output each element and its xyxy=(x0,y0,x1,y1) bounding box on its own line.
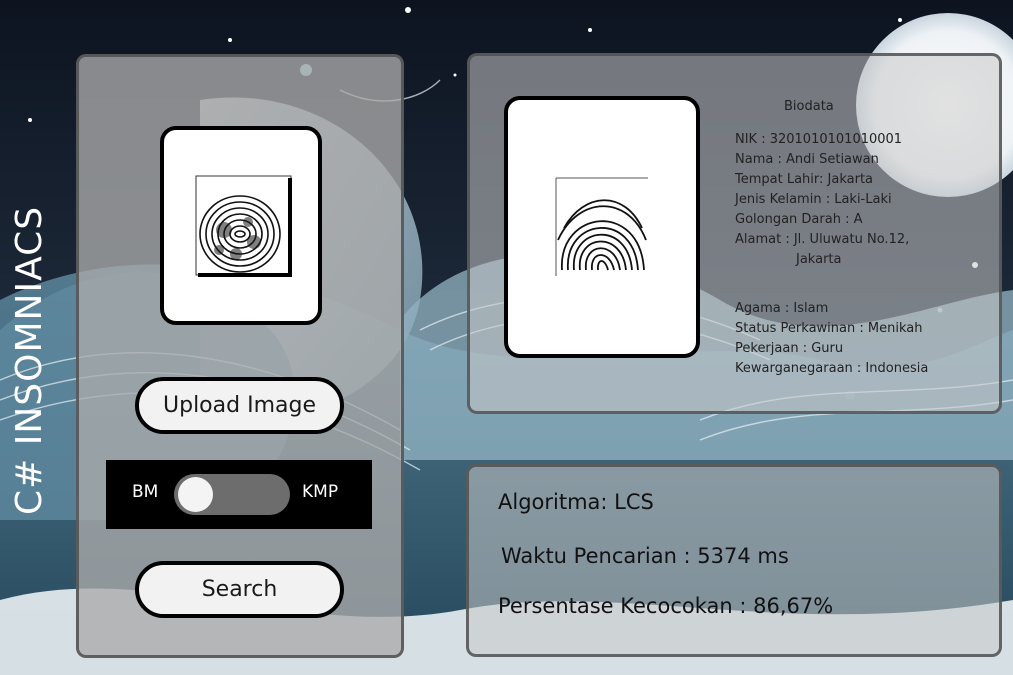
input-fingerprint-image xyxy=(195,175,292,277)
result-search-time: Waktu Pencarian : 5374 ms xyxy=(501,544,789,568)
biodata-status-perkawinan: Status Perkawinan : Menikah xyxy=(735,321,923,336)
biodata-nama: Nama : Andi Setiawan xyxy=(735,152,879,167)
biodata-list-2: Agama : Islam Status Perkawinan : Menika… xyxy=(735,299,928,379)
biodata-list: NIK : 3201010101010001 Nama : Andi Setia… xyxy=(735,130,909,270)
result-match-percentage: Persentase Kecocokan : 86,67% xyxy=(498,594,834,618)
biodata-nik: NIK : 3201010101010001 xyxy=(735,132,903,147)
biodata-golongan-darah: Golongan Darah : A xyxy=(735,212,863,227)
biodata-tempat-lahir: Tempat Lahir: Jakarta xyxy=(735,172,874,187)
kmp-label: KMP xyxy=(302,482,339,502)
biodata-jenis-kelamin: Jenis Kelamin : Laki-Laki xyxy=(735,192,892,207)
algorithm-switch: BM KMP xyxy=(106,460,372,529)
toggle-knob[interactable] xyxy=(178,477,213,512)
app-title-vertical: C# INSOMNIACS xyxy=(9,205,50,515)
biodata-alamat: Alamat : Jl. Uluwatu No.12, xyxy=(735,232,910,247)
upload-image-button[interactable]: Upload Image xyxy=(135,377,344,434)
biodata-alamat-cont: Jakarta xyxy=(796,252,842,267)
biodata-agama: Agama : Islam xyxy=(735,301,829,316)
bm-label: BM xyxy=(132,482,159,502)
matched-fingerprint-image xyxy=(555,177,648,276)
matched-fingerprint-frame xyxy=(504,96,700,358)
input-fingerprint-frame xyxy=(160,126,322,325)
biodata-pekerjaan: Pekerjaan : Guru xyxy=(735,341,844,356)
search-button[interactable]: Search xyxy=(135,561,344,618)
result-algorithm: Algoritma: LCS xyxy=(498,490,654,514)
biodata-title: Biodata xyxy=(784,99,834,114)
biodata-kewarganegaraan: Kewarganegaraan : Indonesia xyxy=(735,361,929,376)
algorithm-toggle[interactable] xyxy=(174,474,290,515)
